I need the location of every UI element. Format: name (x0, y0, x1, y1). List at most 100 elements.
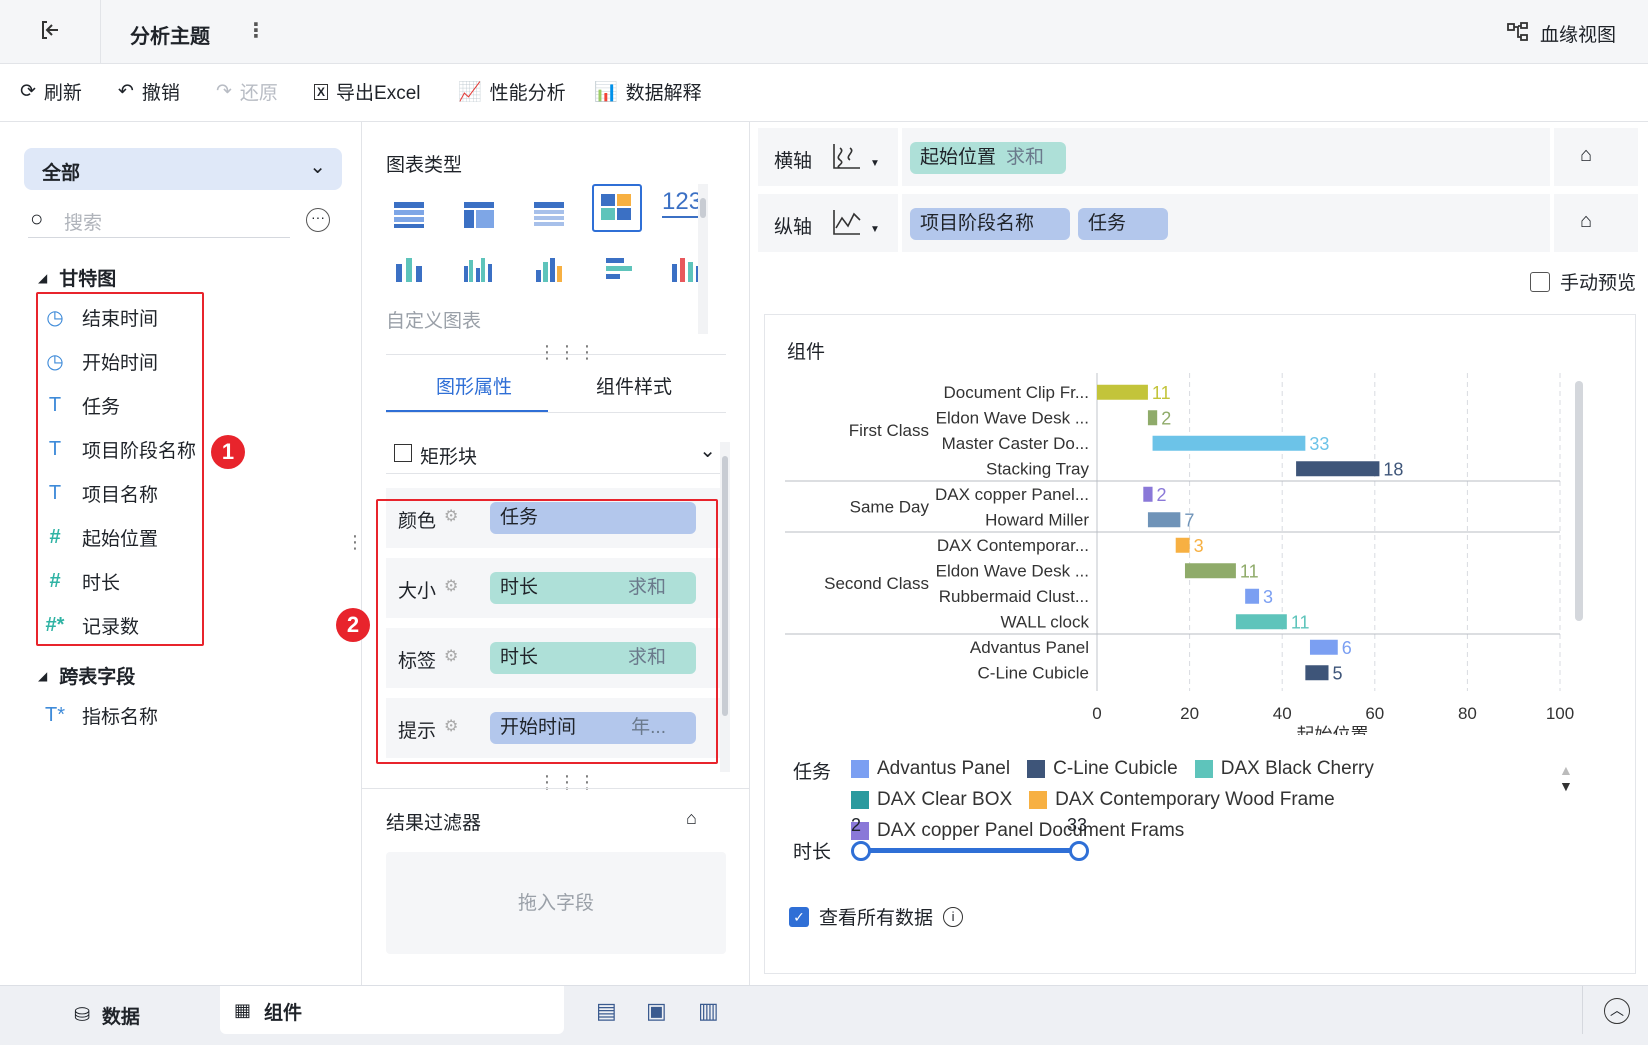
legend-item[interactable]: DAX copper Panel Document Frams (851, 817, 1184, 845)
explain-label: 数据解释 (625, 83, 702, 104)
y-axis-shelf[interactable]: 项目阶段名称 任务 (902, 194, 1550, 252)
stacked-bar-icon[interactable] (668, 254, 702, 289)
custom-chart-icon[interactable] (592, 184, 642, 232)
undo-button[interactable]: ↶ 撤销 (118, 78, 180, 105)
data-label: 6 (1342, 638, 1352, 658)
more-options-icon[interactable]: ··· (306, 208, 330, 232)
x-tick-label: 60 (1365, 704, 1384, 723)
shelf-settings-icon[interactable]: ⌂ (1580, 144, 1592, 167)
horizontal-bar-icon[interactable] (602, 254, 636, 289)
legend-page-down-icon[interactable]: ▼ (1559, 779, 1573, 793)
size-range-max-handle[interactable] (1069, 841, 1089, 861)
checkbox-checked[interactable]: ✓ (789, 906, 809, 927)
caret-down-icon[interactable]: ▼ (870, 224, 880, 235)
refresh-button[interactable]: ⟳ 刷新 (20, 78, 82, 105)
props-scrollbar[interactable] (720, 442, 730, 772)
tab-component[interactable]: ▦ 组件 (220, 986, 564, 1034)
more-menu-icon[interactable]: ⋮ (246, 18, 266, 43)
x-field-pill[interactable]: 起始位置 求和 (910, 142, 1066, 174)
task-label: Rubbermaid Clust... (939, 587, 1089, 606)
add-component-icon[interactable]: ▤ (596, 998, 617, 1024)
x-tick-label: 20 (1180, 704, 1199, 723)
gantt-bar (1152, 435, 1306, 451)
pill-label: 任务 (1088, 213, 1127, 234)
add-dashboard-icon[interactable]: ▣ (646, 998, 667, 1024)
legend-swatch (1194, 760, 1213, 778)
task-label: WALL clock (1001, 612, 1090, 631)
collapse-up-icon[interactable]: ︿ (1604, 998, 1630, 1024)
size-range-min-handle[interactable] (851, 841, 871, 861)
search-box[interactable]: ○ 搜索 (28, 202, 290, 238)
y-field-pill[interactable]: 任务 (1078, 208, 1168, 240)
legend-item[interactable]: Advantus Panel (851, 755, 1010, 783)
manual-preview-toggle[interactable]: 手动预览 (1530, 268, 1636, 295)
x-axis-shelf[interactable]: 起始位置 求和 (902, 128, 1550, 186)
performance-button[interactable]: 📈 性能分析 (458, 78, 566, 105)
group-gantt[interactable]: ◢ 甘特图 (38, 264, 116, 291)
view-all-data-toggle[interactable]: ✓ 查看所有数据 i (789, 903, 964, 930)
info-icon[interactable]: i (943, 906, 964, 927)
page-title: 分析主题 (130, 26, 210, 48)
field-item[interactable]: T* 指标名称 (44, 700, 158, 730)
drag-handle-icon[interactable]: ⋮ (346, 532, 364, 553)
search-icon: ○ (30, 206, 44, 231)
data-label: 18 (1383, 459, 1403, 479)
drag-handle-icon[interactable]: ⋮⋮⋮ (538, 772, 598, 793)
legend-item[interactable]: DAX Clear BOX (851, 786, 1012, 814)
redo-button[interactable]: ↷ 还原 (216, 78, 278, 105)
export-excel-button[interactable]: X 导出Excel (314, 78, 420, 105)
component-card: 组件 Document Clip Fr... Eldon Wave Desk ..… (764, 314, 1636, 974)
filter-settings-icon[interactable]: ⌂ (686, 808, 697, 829)
custom-chart-label[interactable]: 自定义图表 (386, 306, 481, 333)
data-label: 33 (1309, 434, 1329, 454)
kpi-chart-icon[interactable]: 123 (662, 188, 703, 218)
tab-component-style[interactable]: 组件样式 (596, 372, 672, 399)
pivot-table-icon[interactable] (462, 198, 496, 228)
x-shelf-settings[interactable]: ⌂ (1554, 128, 1638, 186)
scope-select[interactable]: 全部 ⌄ (24, 148, 342, 190)
lineage-icon[interactable] (1506, 20, 1530, 44)
axis-type-icon[interactable] (830, 206, 862, 238)
y-shelf-settings[interactable]: ⌂ (1554, 194, 1638, 252)
canvas-panel: 横轴 ▼ 起始位置 求和 ⌂ 纵轴 ▼ 项目阶段名称 任务 ⌂ 手动预览 组件 D… (750, 122, 1648, 985)
explain-button[interactable]: 📊 数据解释 (594, 78, 702, 105)
shelf-settings-icon[interactable]: ⌂ (1580, 210, 1592, 233)
data-label: 11 (1291, 612, 1310, 632)
group-cross-table[interactable]: ◢ 跨表字段 (38, 662, 135, 689)
legend-item[interactable]: C-Line Cubicle (1027, 755, 1178, 783)
exit-icon[interactable] (38, 18, 62, 42)
y-axis-label-cell: 纵轴 ▼ (758, 194, 898, 252)
chart-scrollbar[interactable] (1575, 381, 1583, 621)
group-label: Second Class (824, 574, 929, 593)
legend-item[interactable]: DAX Black Cherry (1194, 755, 1374, 783)
table-chart-icon[interactable] (392, 198, 426, 228)
search-placeholder: 搜索 (64, 213, 103, 234)
filter-drop-zone[interactable]: 拖入字段 (386, 852, 726, 954)
drag-handle-icon[interactable]: ⋮⋮⋮ (538, 342, 598, 363)
bar-chart-icon[interactable] (392, 254, 426, 289)
gantt-bar (1097, 384, 1148, 400)
legend-item[interactable]: DAX Contemporary Wood Frame (1029, 786, 1335, 814)
y-field-pill[interactable]: 项目阶段名称 (910, 208, 1070, 240)
annotation-badge-2: 2 (336, 608, 370, 642)
task-label: Advantus Panel (970, 638, 1089, 657)
chart-groups: Document Clip Fr... Eldon Wave Desk ... Ma… (785, 383, 1560, 682)
field-panel: 全部 ⌄ ○ 搜索 ··· ◢ 甘特图 ◷ 结束时间 ◷ 开始时间 T 任务 T 项目阶段… (0, 122, 362, 985)
mark-type-select[interactable]: 矩形块 ⌄ (386, 440, 726, 474)
chart-type-scrollbar[interactable] (698, 184, 708, 334)
database-icon: ⛁ (74, 1005, 90, 1026)
axis-type-icon[interactable] (830, 140, 862, 172)
detail-table-icon[interactable] (532, 198, 566, 228)
checkbox[interactable] (1530, 271, 1550, 292)
column-chart-icon[interactable] (532, 254, 566, 289)
gantt-bar (1184, 563, 1236, 579)
x-tick-label: 100 (1546, 704, 1574, 723)
legend-page-up-icon[interactable]: ▲ (1559, 763, 1573, 777)
tab-graphic-properties[interactable]: 图形属性 (436, 372, 512, 399)
grouped-bar-icon[interactable] (462, 254, 496, 289)
add-report-icon[interactable]: ▥ (698, 998, 719, 1024)
tab-data[interactable]: ⛁ 数据 (74, 1002, 140, 1029)
caret-down-icon[interactable]: ▼ (870, 158, 880, 169)
plot-mask (765, 691, 1635, 735)
lineage-view-link[interactable]: 血缘视图 (1540, 20, 1616, 47)
